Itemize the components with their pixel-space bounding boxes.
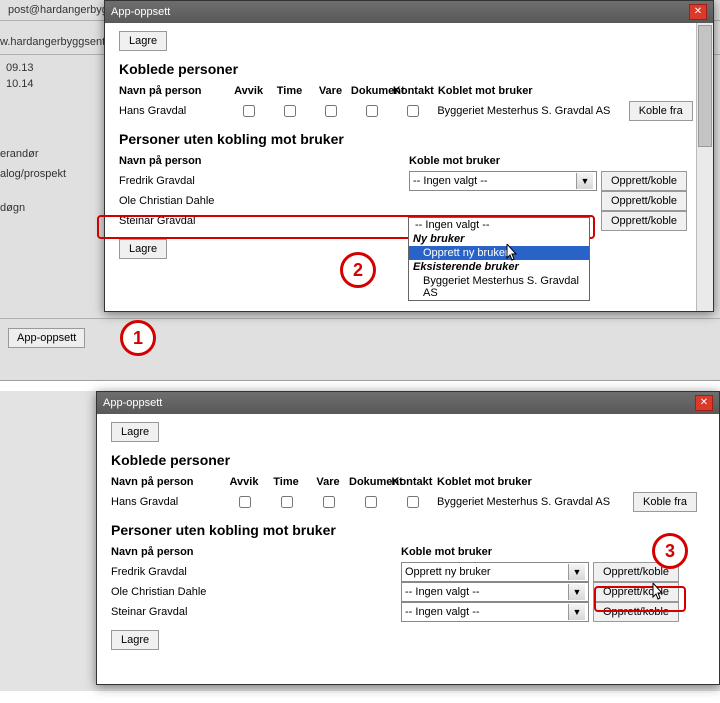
callout-3: 3 [652,533,688,569]
linked-name: Hans Gravdal [119,105,228,117]
linked-header-row: Navn på person Avvik Time Vare Dokument … [119,81,699,101]
cb-time[interactable] [281,496,293,508]
koble-mot-dropdown[interactable]: -- Ingen valgt -- ▼ [401,582,589,602]
app-oppsett-button-bg[interactable]: App-oppsett [8,328,85,348]
koble-fra-button[interactable]: Koble fra [629,101,693,121]
callout-2: 2 [340,252,376,288]
unlinked-header-row: Navn på person Koble mot bruker [111,542,705,562]
section-uten: Personer uten kobling mot bruker [119,131,699,147]
chevron-down-icon: ▼ [568,584,585,600]
bg-date1: 09.13 [6,62,34,74]
dropdown-item-existing[interactable]: Byggeriet Mesterhus S. Gravdal AS [409,274,589,300]
chevron-down-icon: ▼ [576,173,593,189]
chevron-down-icon: ▼ [568,604,585,620]
section-koblede: Koblede personer [119,61,699,77]
koble-mot-dropdown[interactable]: -- Ingen valgt -- ▼ [401,602,589,622]
titlebar: App-oppsett ✕ [105,1,713,23]
scrollbar-thumb[interactable] [698,25,712,147]
app-oppsett-modal-top: App-oppsett ✕ Lagre Koblede personer Nav… [104,0,714,312]
bg-web: w.hardangerbyggsenter [0,36,115,48]
bg-side3: døgn [0,202,25,214]
koble-mot-dropdown-list[interactable]: -- Ingen valgt -- Ny bruker Opprett ny b… [408,217,590,301]
bg-side1: erandør [0,148,39,160]
opprett-koble-button[interactable]: Opprett/koble [601,211,687,231]
save-button-top2[interactable]: Lagre [119,239,167,259]
callout-1: 1 [120,320,156,356]
linked-header-row: Navn på person Avvik Time Vare Dokument … [111,472,705,492]
modal-title: App-oppsett [111,6,170,18]
unlinked-name: Ole Christian Dahle [111,586,401,598]
save-button-bottom1[interactable]: Lagre [111,422,159,442]
highlight-rect-button [594,586,686,612]
cb-time[interactable] [284,105,296,117]
unlinked-name: Fredrik Gravdal [119,175,409,187]
cb-dok[interactable] [366,105,378,117]
dropdown-header-eksisterende: Eksisterende bruker [409,260,589,274]
chevron-down-icon: ▼ [568,564,585,580]
unlinked-name: Steinar Gravdal [111,606,401,618]
app-oppsett-modal-bottom: App-oppsett ✕ Lagre Koblede personer Nav… [96,391,720,685]
opprett-koble-button[interactable]: Opprett/koble [601,171,687,191]
bg-date2: 10.14 [6,78,34,90]
unlinked-name: Fredrik Gravdal [111,566,401,578]
koble-mot-dropdown[interactable]: -- Ingen valgt -- ▼ [409,171,597,191]
table-row: Fredrik Gravdal -- Ingen valgt -- ▼ Oppr… [119,171,699,191]
cb-vare[interactable] [323,496,335,508]
opprett-koble-button[interactable]: Opprett/koble [601,191,687,211]
table-row: Ole Christian Dahle Opprett/koble [119,191,699,211]
close-icon[interactable]: ✕ [695,395,713,411]
linked-user: Byggeriet Mesterhus S. Gravdal AS [433,105,628,117]
cb-dok[interactable] [365,496,377,508]
linked-row: Hans Gravdal Byggeriet Mesterhus S. Grav… [111,492,705,512]
cb-avvik[interactable] [243,105,255,117]
scrollbar[interactable] [696,23,713,311]
save-button-bottom2[interactable]: Lagre [111,630,159,650]
koble-fra-button[interactable]: Koble fra [633,492,697,512]
bg-side2: alog/prospekt [0,168,66,180]
save-button-top1[interactable]: Lagre [119,31,167,51]
linked-user: Byggeriet Mesterhus S. Gravdal AS [433,496,633,508]
background-bottom: App-oppsett ✕ Lagre Koblede personer Nav… [0,391,720,691]
unlinked-name: Ole Christian Dahle [119,195,409,207]
cb-kontakt[interactable] [407,105,419,117]
modal-title: App-oppsett [103,397,162,409]
background-top: post@hardangerbyggsenter.no w.hardangerb… [0,0,720,381]
cb-kontakt[interactable] [407,496,419,508]
table-row: Fredrik Gravdal Opprett ny bruker ▼ Oppr… [111,562,705,582]
dropdown-item-opprett[interactable]: Opprett ny bruker [409,246,589,260]
dropdown-item-none[interactable]: -- Ingen valgt -- [409,218,589,232]
unlinked-header-row: Navn på person Koble mot bruker [119,151,699,171]
dropdown-header-ny: Ny bruker [409,232,589,246]
linked-row: Hans Gravdal Byggeriet Mesterhus S. Grav… [119,101,699,121]
cb-vare[interactable] [325,105,337,117]
cb-avvik[interactable] [239,496,251,508]
section-uten: Personer uten kobling mot bruker [111,522,705,538]
close-icon[interactable]: ✕ [689,4,707,20]
linked-name: Hans Gravdal [111,496,223,508]
section-koblede: Koblede personer [111,452,705,468]
titlebar: App-oppsett ✕ [97,392,719,414]
koble-mot-dropdown[interactable]: Opprett ny bruker ▼ [401,562,589,582]
